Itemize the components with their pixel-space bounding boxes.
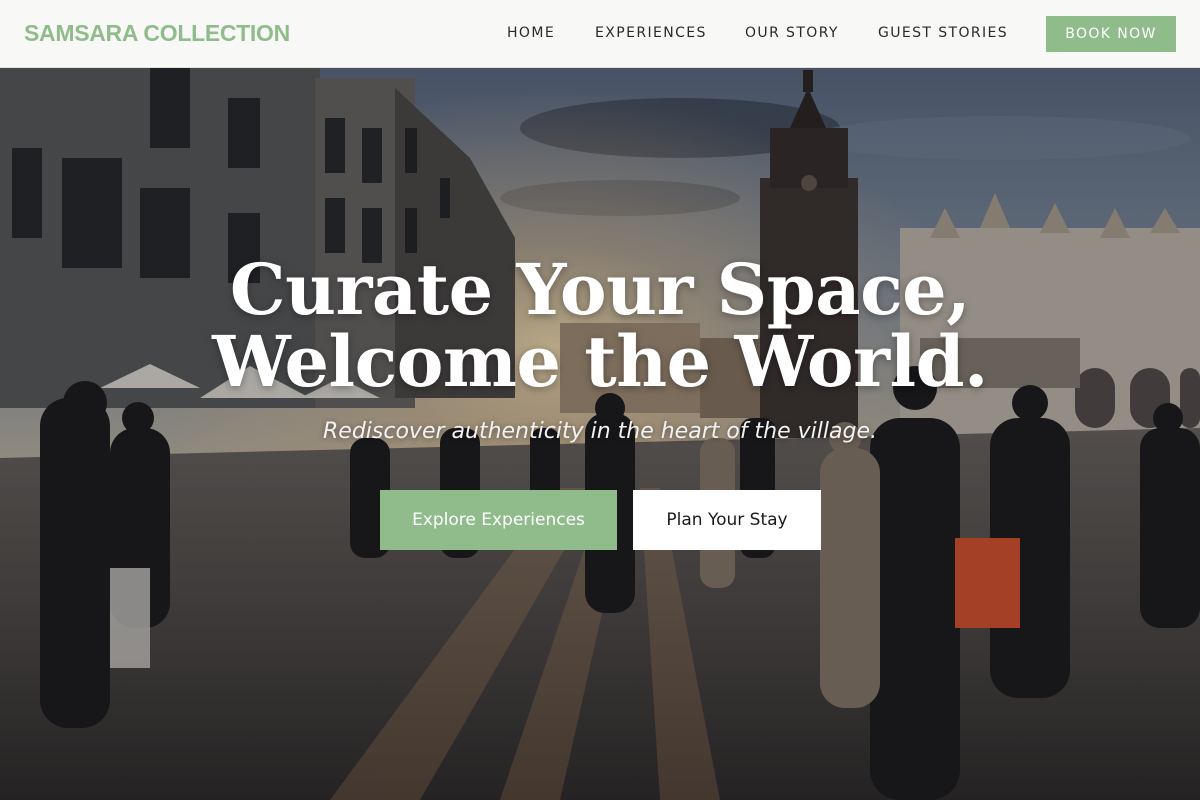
explore-experiences-button[interactable]: Explore Experiences <box>380 490 617 550</box>
site-header: SAMSARA COLLECTION HOME EXPERIENCES OUR … <box>0 0 1200 68</box>
hero-headline-line2: Welcome the World. <box>212 320 988 403</box>
main-nav: HOME EXPERIENCES OUR STORY GUEST STORIES… <box>0 0 1200 68</box>
hero-section: Curate Your Space, Welcome the World. Re… <box>0 68 1200 800</box>
plan-your-stay-button[interactable]: Plan Your Stay <box>633 490 821 550</box>
nav-our-story[interactable]: OUR STORY <box>745 25 839 41</box>
nav-experiences[interactable]: EXPERIENCES <box>595 25 707 41</box>
hero-subheadline: Rediscover authenticity in the heart of … <box>323 419 877 444</box>
hero-headline-line1: Curate Your Space, <box>229 248 971 331</box>
nav-home[interactable]: HOME <box>507 25 555 41</box>
book-now-button[interactable]: BOOK NOW <box>1046 16 1176 52</box>
nav-guest-stories[interactable]: GUEST STORIES <box>878 25 1008 41</box>
